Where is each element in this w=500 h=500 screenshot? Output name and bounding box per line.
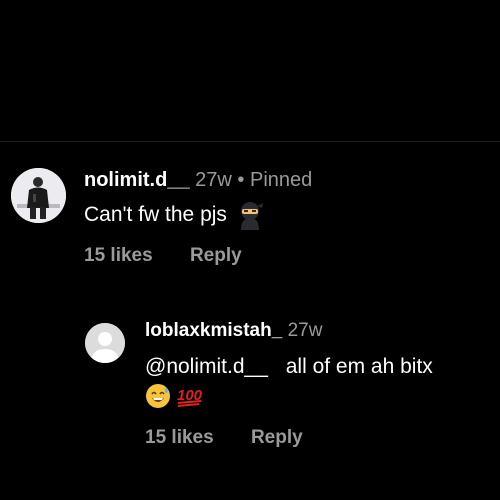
comment-header: nolimit.d__ 27w • Pinned — [84, 168, 312, 192]
comment-text-line: Can't fw the pjs — [84, 200, 265, 230]
comment-age: 27w — [287, 320, 323, 341]
avatar[interactable] — [11, 168, 66, 223]
meta-separator: • — [237, 169, 245, 191]
comment-age: 27w — [195, 169, 232, 191]
reply-text-line: @nolimit.d__ all of em ah bitx — [145, 353, 433, 381]
divider — [0, 141, 500, 142]
emoji-line: 100 — [145, 383, 205, 414]
reply-button[interactable]: Reply — [251, 427, 303, 448]
username[interactable]: nolimit.d__ — [84, 169, 190, 191]
pinned-label: Pinned — [249, 169, 313, 191]
comment-actions: 15 likes Reply — [84, 244, 242, 268]
hundred-points-icon: 100 — [175, 383, 205, 414]
comments-screen: nolimit.d__ 27w • Pinned Can't fw the pj… — [0, 0, 500, 500]
ninja-icon — [235, 200, 265, 230]
reply-actions: 15 likes Reply — [145, 426, 303, 450]
sweat-smile-icon — [145, 383, 171, 414]
reply-button[interactable]: Reply — [190, 245, 242, 266]
likes-count[interactable]: 15 likes — [84, 245, 153, 266]
reply-header: loblaxkmistah_ 27w — [145, 319, 322, 343]
username[interactable]: loblaxkmistah_ — [145, 320, 282, 341]
likes-count[interactable]: 15 likes — [145, 427, 214, 448]
avatar-placeholder[interactable] — [85, 323, 125, 363]
comment-text: Can't fw the pjs — [84, 203, 227, 226]
mention-link[interactable]: @nolimit.d__ — [145, 355, 268, 378]
reply-text: all of em ah bitx — [285, 355, 433, 378]
